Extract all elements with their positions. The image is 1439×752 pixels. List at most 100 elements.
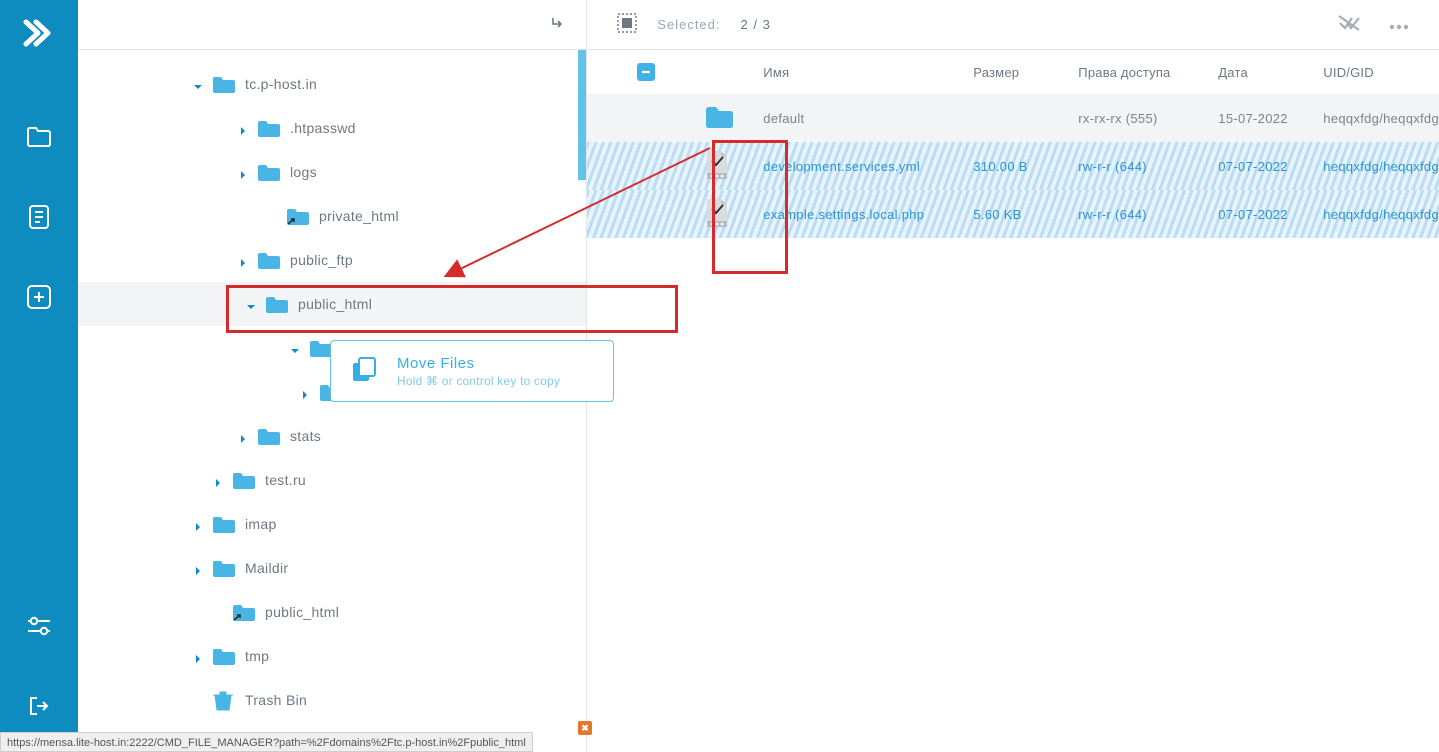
selected-count: 2 / 3	[741, 17, 771, 32]
file-row[interactable]: defaultrx-rx-rx (555)15-07-2022heqqxfdg/…	[587, 94, 1439, 142]
tree-item[interactable]: public_html	[78, 590, 586, 634]
file-name: example.settings.local.php	[763, 207, 973, 222]
tree-item-label: imap	[245, 516, 277, 532]
tree-item-label: stats	[290, 428, 321, 444]
file-permissions: rw-r-r (644)	[1078, 159, 1218, 174]
header-checkbox[interactable]	[637, 63, 655, 81]
tree-item[interactable]: tc.p-host.in	[78, 62, 586, 106]
tree-item-label: logs	[290, 164, 317, 180]
move-files-tooltip: Move Files Hold ⌘ or control key to copy	[330, 340, 614, 402]
main-sidebar	[0, 0, 78, 752]
chevron-icon[interactable]	[238, 431, 248, 441]
folder-icon	[256, 163, 278, 181]
tree-item[interactable]: public_ftp	[78, 238, 586, 282]
col-perm[interactable]: Права доступа	[1078, 65, 1218, 80]
tree-item[interactable]: .htpasswd	[78, 106, 586, 150]
tree-item-label: tmp	[245, 648, 269, 664]
trash-badge-icon: ✖	[578, 721, 592, 735]
folder-icon	[211, 691, 233, 709]
folder-icon	[211, 515, 233, 533]
chevron-icon[interactable]	[238, 123, 248, 133]
folder-icon	[308, 339, 330, 357]
tree-item-label: public_html	[298, 296, 372, 312]
enter-folder-icon[interactable]	[550, 15, 566, 34]
file-name: default	[763, 111, 973, 126]
tree-item[interactable]: imap	[78, 502, 586, 546]
nav-notes-icon[interactable]	[17, 195, 61, 239]
folder-icon	[256, 251, 278, 269]
app-logo-icon[interactable]	[20, 14, 58, 55]
tree-item[interactable]: tmp	[78, 634, 586, 678]
nav-logout-icon[interactable]	[17, 684, 61, 728]
file-toolbar: Selected: 2 / 3	[587, 0, 1439, 50]
col-name[interactable]: Имя	[763, 65, 973, 80]
file-size: 310.00 B	[973, 159, 1078, 174]
tree-item[interactable]: private_html	[78, 194, 586, 238]
col-size[interactable]: Размер	[973, 65, 1078, 80]
chevron-icon[interactable]	[238, 255, 248, 265]
tree-item[interactable]: stats	[78, 414, 586, 458]
file-name: development.services.yml	[763, 159, 973, 174]
folder-icon	[211, 75, 233, 93]
tree-item[interactable]: public_html	[78, 282, 586, 326]
tree-item-label: public_html	[265, 604, 339, 620]
tree-item-label: public_ftp	[290, 252, 353, 268]
file-date: 07-07-2022	[1218, 159, 1323, 174]
folder-icon	[231, 603, 253, 621]
file-row[interactable]: development.services.yml310.00 Brw-r-r (…	[587, 142, 1439, 190]
chevron-icon[interactable]	[213, 475, 223, 485]
selected-label: Selected:	[657, 17, 720, 32]
file-permissions: rw-r-r (644)	[1078, 207, 1218, 222]
tree-item[interactable]: test.ru	[78, 458, 586, 502]
tree-item-label: tc.p-host.in	[245, 76, 317, 92]
chevron-icon[interactable]	[238, 167, 248, 177]
file-type-icon	[703, 149, 763, 184]
select-all-icon[interactable]	[617, 13, 637, 36]
nav-files-icon[interactable]	[17, 115, 61, 159]
copy-icon	[349, 355, 379, 388]
folder-icon	[285, 207, 307, 225]
chevron-icon[interactable]	[290, 343, 300, 353]
file-type-icon	[703, 104, 763, 133]
folder-icon	[256, 427, 278, 445]
file-permissions: rx-rx-rx (555)	[1078, 111, 1218, 126]
file-row[interactable]: example.settings.local.php5.60 KBrw-r-r …	[587, 190, 1439, 238]
more-menu-icon[interactable]	[1389, 17, 1409, 33]
chevron-icon[interactable]	[193, 563, 203, 573]
tooltip-subtitle: Hold ⌘ or control key to copy	[397, 374, 560, 388]
table-header: Имя Размер Права доступа Дата UID/GID	[587, 50, 1439, 94]
tree-item-label: test.ru	[265, 472, 306, 488]
file-type-icon	[703, 197, 763, 232]
deselect-icon[interactable]	[1337, 14, 1361, 35]
file-uid: heqqxfdg/heqqxfdg	[1323, 159, 1439, 174]
nav-add-icon[interactable]	[17, 275, 61, 319]
tree-item-label: Trash Bin	[245, 692, 307, 708]
tree-item[interactable]: logs	[78, 150, 586, 194]
folder-icon	[211, 559, 233, 577]
col-uid[interactable]: UID/GID	[1323, 65, 1439, 80]
tree-toolbar	[78, 0, 586, 50]
tree-pane: tc.p-host.in .htpasswd logs private_htmlpub…	[78, 0, 587, 752]
nav-settings-icon[interactable]	[17, 604, 61, 648]
tree-item[interactable]: Trash Bin	[78, 678, 586, 722]
file-date: 07-07-2022	[1218, 207, 1323, 222]
tree-item-label: .htpasswd	[290, 120, 356, 136]
tree-scrollbar[interactable]	[578, 50, 586, 180]
file-list: defaultrx-rx-rx (555)15-07-2022heqqxfdg/…	[587, 94, 1439, 238]
folder-icon	[264, 295, 286, 313]
col-date[interactable]: Дата	[1218, 65, 1323, 80]
folder-icon	[211, 647, 233, 665]
folder-icon	[256, 119, 278, 137]
chevron-icon[interactable]	[246, 299, 256, 309]
chevron-icon[interactable]	[193, 519, 203, 529]
chevron-icon[interactable]	[193, 651, 203, 661]
chevron-icon[interactable]	[300, 387, 310, 397]
tree-item-label: Maildir	[245, 560, 288, 576]
chevron-icon[interactable]	[193, 79, 203, 89]
tooltip-title: Move Files	[397, 355, 560, 372]
status-bar-url: https://mensa.lite-host.in:2222/CMD_FILE…	[0, 732, 533, 752]
tree-item-label: private_html	[319, 208, 399, 224]
folder-icon	[231, 471, 253, 489]
tree-item[interactable]: Maildir	[78, 546, 586, 590]
file-list-pane: Selected: 2 / 3 Имя Размер Права доступа…	[587, 0, 1439, 752]
